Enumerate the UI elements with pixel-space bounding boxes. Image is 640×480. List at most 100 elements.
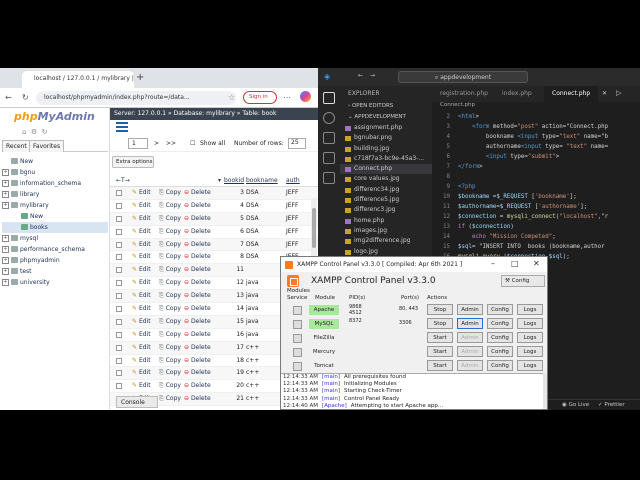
minimize-icon[interactable]: – xyxy=(491,259,495,268)
delete-link[interactable]: Delete xyxy=(184,189,211,196)
files-icon[interactable] xyxy=(323,92,335,104)
gear-icon[interactable]: ⚙ xyxy=(31,128,37,136)
copy-link[interactable]: Copy xyxy=(159,228,181,236)
file-item[interactable]: core values.jpg xyxy=(340,174,432,184)
edit-link[interactable]: Edit xyxy=(132,357,151,364)
tree-item[interactable]: + phpmyadmin xyxy=(2,255,108,266)
code-line[interactable]: 9 <?php xyxy=(432,182,640,192)
edit-link[interactable]: Edit xyxy=(132,241,151,248)
code-line[interactable]: 8 xyxy=(432,172,640,182)
row-checkbox[interactable] xyxy=(116,190,122,196)
row-checkbox[interactable] xyxy=(116,331,122,338)
copy-link[interactable]: Copy xyxy=(159,253,181,261)
extensions-icon[interactable] xyxy=(323,172,335,184)
file-item[interactable]: images.jpg xyxy=(340,226,432,236)
log-scrollbar[interactable] xyxy=(543,373,547,409)
service-checkbox[interactable] xyxy=(293,306,302,315)
console-button[interactable]: Console xyxy=(116,396,158,408)
edit-link[interactable]: Edit xyxy=(132,215,151,222)
logs-button[interactable]: Logs xyxy=(517,346,543,357)
row-checkbox[interactable] xyxy=(116,228,122,235)
forward-icon[interactable]: → xyxy=(370,72,375,79)
expand-icon[interactable]: + xyxy=(2,191,9,198)
extra-options-button[interactable]: Extra options xyxy=(112,156,154,168)
tree-item[interactable]: + university xyxy=(2,277,108,288)
editor-breadcrumb[interactable]: Connect.php xyxy=(432,102,640,112)
admin-button[interactable]: Admin xyxy=(457,318,483,329)
tree-item[interactable]: + test xyxy=(2,266,108,277)
expand-icon[interactable]: + xyxy=(2,202,9,209)
copy-link[interactable]: Copy xyxy=(159,305,181,313)
start-stop-button[interactable]: Stop xyxy=(427,304,453,315)
copy-link[interactable]: Copy xyxy=(159,202,181,210)
edit-link[interactable]: Edit xyxy=(132,382,151,389)
expand-icon[interactable]: + xyxy=(2,279,9,286)
edit-link[interactable]: Edit xyxy=(132,305,151,312)
edit-link[interactable]: Edit xyxy=(132,202,151,209)
row-checkbox[interactable] xyxy=(116,344,122,351)
delete-link[interactable]: Delete xyxy=(184,318,211,325)
expand-icon[interactable]: + xyxy=(2,268,9,275)
open-editors-section[interactable]: › OPEN EDITORS xyxy=(348,103,393,109)
prettier-button[interactable]: ✓ Prettier xyxy=(598,402,625,408)
row-checkbox[interactable] xyxy=(116,357,122,364)
code-line[interactable]: 14 echo "Mission Competed"; xyxy=(432,232,640,242)
command-search-input[interactable]: ⌕ appdevelopment xyxy=(398,71,528,83)
last-page-button[interactable]: >> xyxy=(166,140,176,147)
edit-link[interactable]: Edit xyxy=(132,318,151,325)
code-line[interactable]: 5 authorname<input type= "text" name= xyxy=(432,142,640,152)
edit-link[interactable]: Edit xyxy=(132,279,151,286)
row-checkbox[interactable] xyxy=(116,280,122,287)
start-stop-button[interactable]: Start xyxy=(427,346,453,357)
row-checkbox[interactable] xyxy=(116,293,122,300)
col-bookid[interactable]: bookid xyxy=(224,177,244,184)
code-line[interactable]: 11 $authorname=$_REQUEST ['authorname']; xyxy=(432,202,640,212)
file-item[interactable]: home.php xyxy=(340,216,432,226)
config-button[interactable]: Config xyxy=(487,346,513,357)
start-stop-button[interactable]: Start xyxy=(427,332,453,343)
page-select[interactable]: 1 xyxy=(128,138,148,149)
row-checkbox[interactable] xyxy=(116,370,122,377)
tree-item[interactable]: books xyxy=(2,222,108,233)
sort-arrows-icon[interactable]: ←T→ xyxy=(116,177,130,184)
edit-link[interactable]: Edit xyxy=(132,228,151,235)
next-page-button[interactable]: > xyxy=(154,140,159,147)
copy-link[interactable]: Copy xyxy=(159,331,181,339)
expand-icon[interactable]: + xyxy=(2,257,9,264)
copy-link[interactable]: Copy xyxy=(159,215,181,223)
admin-button[interactable]: Admin xyxy=(457,304,483,315)
edit-link[interactable]: Edit xyxy=(132,331,151,338)
menu-icon[interactable] xyxy=(116,122,128,132)
file-item[interactable]: img2difference.jpg xyxy=(340,236,432,246)
code-line[interactable]: 3 <form method="post" action="Connect.ph… xyxy=(432,122,640,132)
delete-link[interactable]: Delete xyxy=(184,292,211,299)
breadcrumb[interactable]: Server: 127.0.0.1 » Database: mylibrary … xyxy=(110,108,318,120)
code-line[interactable]: 10 $bookname =$_REQUEST ['bookname']; xyxy=(432,192,640,202)
code-line[interactable]: 13 if ($connection) xyxy=(432,222,640,232)
tree-item[interactable]: New xyxy=(2,211,108,222)
code-line[interactable]: 7 </form> xyxy=(432,162,640,172)
project-section[interactable]: ⌄ APPDEVELOPMENT xyxy=(348,114,406,120)
new-tab-icon[interactable]: + xyxy=(136,72,144,83)
row-checkbox[interactable] xyxy=(116,267,122,274)
expand-icon[interactable]: + xyxy=(2,169,9,176)
tab-favorites[interactable]: Favorites xyxy=(29,140,65,152)
delete-link[interactable]: Delete xyxy=(184,395,211,402)
row-checkbox[interactable] xyxy=(116,254,122,261)
delete-link[interactable]: Delete xyxy=(184,369,211,376)
logs-button[interactable]: Logs xyxy=(517,332,543,343)
copy-link[interactable]: Copy xyxy=(159,344,181,352)
delete-link[interactable]: Delete xyxy=(184,382,211,389)
logs-button[interactable]: Logs xyxy=(517,318,543,329)
more-icon[interactable]: ⋯ xyxy=(283,93,291,102)
delete-link[interactable]: Delete xyxy=(184,305,211,312)
file-item[interactable]: assignment.php xyxy=(340,123,432,133)
browser-tab[interactable]: localhost / 127.0.0.1 / mylibrary | xyxy=(22,71,134,88)
row-checkbox[interactable] xyxy=(116,241,122,248)
tab-registration[interactable]: registration.php xyxy=(432,86,496,102)
go-live-button[interactable]: ◉ Go Live xyxy=(562,402,589,408)
edit-link[interactable]: Edit xyxy=(132,189,151,196)
row-checkbox[interactable] xyxy=(116,215,122,222)
edit-link[interactable]: Edit xyxy=(132,292,151,299)
file-item[interactable]: difference5.jpg xyxy=(340,195,432,205)
